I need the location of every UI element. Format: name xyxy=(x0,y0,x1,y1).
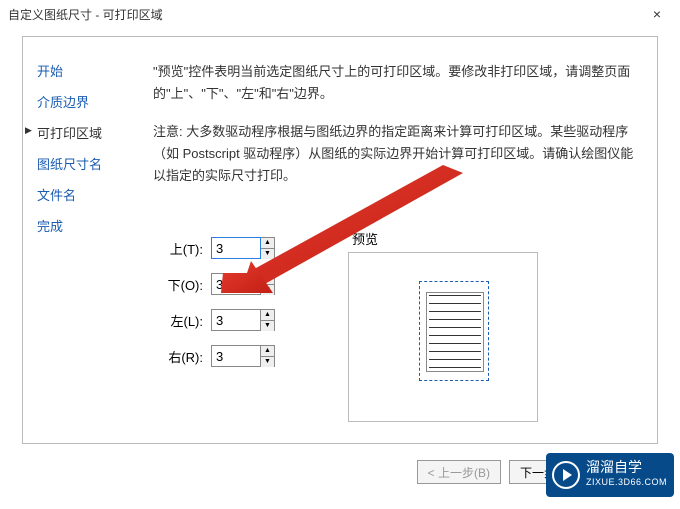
right-label: 右(R): xyxy=(153,347,203,366)
bottom-label: 下(O): xyxy=(153,275,203,294)
dialog-title: 自定义图纸尺寸 - 可打印区域 xyxy=(8,6,642,23)
right-input[interactable] xyxy=(211,345,261,367)
spin-up-icon[interactable]: ▲ xyxy=(261,346,274,357)
play-icon xyxy=(552,461,580,489)
dialog-window: 自定义图纸尺寸 - 可打印区域 × 开始 介质边界 可打印区域 图纸尺寸名 文件… xyxy=(0,0,680,509)
description-para2: 注意: 大多数驱动程序根据与图纸边界的指定距离来计算可打印区域。某些驱动程序（如… xyxy=(153,121,643,187)
wizard-steps: 开始 介质边界 可打印区域 图纸尺寸名 文件名 完成 xyxy=(23,37,133,247)
step-printable-area[interactable]: 可打印区域 xyxy=(37,123,133,142)
description-area: "预览"控件表明当前选定图纸尺寸上的可打印区域。要修改非打印区域，请调整页面的"… xyxy=(153,61,643,203)
back-button[interactable]: < 上一步(B) xyxy=(417,460,501,484)
step-begin[interactable]: 开始 xyxy=(37,61,133,80)
preview-label: 预览 xyxy=(352,229,538,248)
spin-down-icon[interactable]: ▼ xyxy=(261,321,274,331)
top-label: 上(T): xyxy=(153,239,203,258)
top-spinner[interactable]: ▲▼ xyxy=(261,237,275,259)
left-input[interactable] xyxy=(211,309,261,331)
step-media-bounds[interactable]: 介质边界 xyxy=(37,92,133,111)
step-finish[interactable]: 完成 xyxy=(37,216,133,235)
top-input[interactable] xyxy=(211,237,261,259)
watermark-sub: ZIXUE.3D66.COM xyxy=(586,475,667,490)
preview-box xyxy=(348,252,538,422)
spin-down-icon[interactable]: ▼ xyxy=(261,249,274,259)
printable-area-icon xyxy=(426,292,484,372)
preview-panel: 预览 xyxy=(348,229,538,422)
titlebar: 自定义图纸尺寸 - 可打印区域 × xyxy=(0,0,680,28)
close-icon[interactable]: × xyxy=(642,6,672,22)
spin-down-icon[interactable]: ▼ xyxy=(261,357,274,367)
spin-up-icon[interactable]: ▲ xyxy=(261,274,274,285)
paper-outline-icon xyxy=(419,281,489,381)
left-label: 左(L): xyxy=(153,311,203,330)
bottom-input[interactable] xyxy=(211,273,261,295)
watermark-brand: 溜溜自学 xyxy=(586,460,667,475)
spin-up-icon[interactable]: ▲ xyxy=(261,238,274,249)
step-paper-size-name[interactable]: 图纸尺寸名 xyxy=(37,154,133,173)
step-file-name[interactable]: 文件名 xyxy=(37,185,133,204)
spin-down-icon[interactable]: ▼ xyxy=(261,285,274,295)
bottom-spinner[interactable]: ▲▼ xyxy=(261,273,275,295)
watermark-badge: 溜溜自学 ZIXUE.3D66.COM xyxy=(546,453,674,497)
margin-fields: 上(T): ▲▼ 下(O): ▲▼ 左(L): ▲▼ 右(R): ▲▼ xyxy=(153,237,275,381)
description-para1: "预览"控件表明当前选定图纸尺寸上的可打印区域。要修改非打印区域，请调整页面的"… xyxy=(153,61,643,105)
right-spinner[interactable]: ▲▼ xyxy=(261,345,275,367)
spin-up-icon[interactable]: ▲ xyxy=(261,310,274,321)
left-spinner[interactable]: ▲▼ xyxy=(261,309,275,331)
dialog-body: 开始 介质边界 可打印区域 图纸尺寸名 文件名 完成 "预览"控件表明当前选定图… xyxy=(22,36,658,444)
